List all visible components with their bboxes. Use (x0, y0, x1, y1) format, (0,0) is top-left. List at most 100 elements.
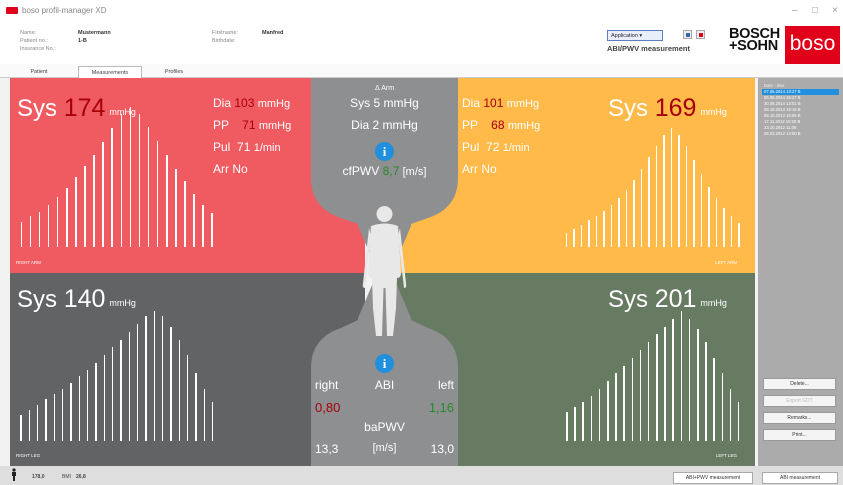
pulse-wave-bar (663, 135, 665, 247)
pulse-wave-bar (672, 318, 674, 441)
pulse-wave-bar (128, 331, 130, 441)
record-toggle[interactable] (696, 30, 705, 39)
window-title: boso profil-manager XD (22, 6, 107, 15)
pulse-wave-bar (120, 339, 122, 441)
pulse-wave-bar (598, 389, 601, 441)
pulse-wave-bar (623, 365, 625, 441)
pulse-wave-bar (595, 216, 598, 247)
pulse-wave-bar (102, 142, 104, 247)
pulse-wave-bar (648, 157, 650, 247)
pulse-wave-bar (573, 228, 575, 247)
pulse-wave-bar (38, 212, 41, 247)
pulse-wave-bar (639, 350, 642, 441)
pulse-wave-bar (178, 339, 180, 441)
name-value: Mustermann (78, 30, 111, 36)
pulse-wave-bar (93, 154, 95, 247)
measurement-list: Date - time 07.05.2014 13:27 B 06.05.201… (762, 83, 839, 137)
pulse-wave-bar (75, 177, 77, 247)
height-icon (12, 468, 16, 481)
maximize-icon[interactable]: □ (812, 5, 818, 16)
height-value: 178,0 (32, 474, 45, 480)
bmi-value: 26,8 (76, 474, 86, 480)
left-arm-label: LEFT ARM (715, 260, 737, 265)
delta-sys: Sys 5 mmHg (350, 96, 419, 110)
patient-no-value: 1-B (78, 38, 87, 44)
pulse-wave-bar (111, 347, 114, 441)
right-arm-label: RIGHT ARM (16, 260, 41, 265)
pulse-wave-bar (566, 412, 568, 441)
abi-measurement-button[interactable]: ABI measurement (762, 472, 838, 484)
pulse-wave-bar (20, 415, 22, 441)
pulse-wave-bar (697, 329, 699, 441)
abi-left-value: 1,16 (428, 400, 454, 415)
pulse-wave-bar (175, 168, 177, 247)
left-arm-pulse-wave (562, 107, 742, 247)
bosch-sohn-logo: BOSCH +SOHN (729, 26, 780, 54)
pulse-wave-bar (640, 168, 643, 247)
title-bar: boso profil-manager XD – □ × (0, 0, 843, 24)
cfpwv-row: cfPWV 8,7 [m/s] (342, 164, 427, 178)
export-gdt-button[interactable]: Export GDT (763, 395, 836, 407)
pulse-wave-bar (170, 326, 172, 441)
tab-patient[interactable]: Patient (10, 66, 68, 78)
abi-label: ABI (374, 378, 395, 392)
patient-no-label: Patient no.: (20, 38, 48, 44)
pulse-wave-bar (28, 409, 30, 441)
right-leg-sys: Sys 140 mmHg (17, 285, 136, 313)
pulse-wave-bar (574, 407, 576, 441)
pulse-wave-bar (715, 198, 718, 247)
pulse-wave-bar (678, 135, 680, 247)
pulse-wave-bar (738, 223, 740, 247)
settings-toggle[interactable] (683, 30, 692, 39)
pulse-wave-bar (625, 189, 628, 247)
pulse-wave-bar (84, 165, 86, 247)
info-icon[interactable]: i (375, 142, 394, 161)
pulse-wave-bar (713, 357, 715, 441)
pulse-wave-bar (53, 394, 55, 441)
info-icon[interactable]: i (375, 354, 394, 373)
boso-logo: boso (785, 26, 840, 64)
pulse-wave-bar (708, 186, 710, 247)
pulse-wave-bar (145, 316, 147, 441)
left-arm-pp: PP 68 mmHg (462, 118, 541, 132)
application-button[interactable]: Application ▾ (607, 30, 663, 41)
left-arm-arr: Arr No (462, 162, 497, 176)
pulse-wave-bar (136, 324, 139, 441)
pulse-wave-bar (580, 224, 583, 247)
right-arm-dia: Dia 103 mmHg (213, 96, 291, 110)
tab-measurements[interactable]: Measurements (78, 66, 142, 78)
pulse-wave-bar (203, 389, 205, 441)
close-icon[interactable]: × (832, 5, 838, 16)
print-button[interactable]: Print... (763, 429, 836, 441)
pulse-wave-bar (138, 114, 141, 247)
pulse-wave-bar (631, 357, 634, 441)
pulse-wave-bar (156, 140, 159, 247)
pulse-wave-bar (184, 181, 186, 247)
abi-pwv-measurement-button[interactable]: ABI+PWV measurement (673, 472, 753, 484)
remarks-button[interactable]: Remarks... (763, 412, 836, 424)
pulse-wave-bar (56, 196, 59, 247)
list-item[interactable]: 26.03.2012 14:00 B (762, 131, 839, 137)
firstname-value: Manfred (262, 30, 284, 36)
bapwv-left-value: 13,0 (430, 442, 454, 456)
pulse-wave-bar (103, 355, 105, 441)
center-summary: Δ Arm Sys 5 mmHg Dia 2 mmHg i cfPWV 8,7 … (311, 78, 458, 466)
pulse-wave-bar (95, 363, 97, 441)
pulse-wave-bar (700, 174, 703, 247)
pulse-wave-bar (588, 220, 590, 247)
patient-header (0, 24, 843, 64)
pulse-wave-bar (721, 373, 724, 441)
pulse-wave-bar (656, 334, 658, 441)
pulse-wave-bar (737, 402, 740, 441)
minimize-icon[interactable]: – (792, 5, 798, 16)
pulse-wave-bar (705, 342, 707, 441)
delete-button[interactable]: Delete... (763, 378, 836, 390)
pulse-wave-bar (693, 160, 695, 247)
pulse-wave-bar (195, 373, 197, 441)
pulse-wave-bar (70, 382, 72, 441)
pulse-wave-bar (685, 146, 688, 247)
tab-profiles[interactable]: Profiles (146, 66, 202, 78)
birthdate-label: Birthdate: (212, 38, 236, 44)
pulse-wave-bar (186, 355, 189, 441)
pulse-wave-bar (610, 205, 613, 247)
